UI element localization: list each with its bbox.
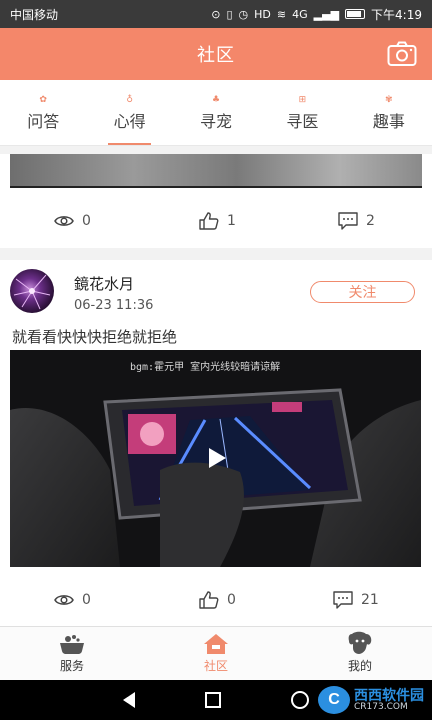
- play-icon: [209, 448, 226, 468]
- qa-icon: ✿: [39, 94, 47, 105]
- app-header: 社区: [0, 28, 432, 80]
- category-tabs: ✿ 问答 ♁ 心得 ♣ 寻宠 ⊞ 寻医 ✾ 趣事: [0, 80, 432, 146]
- signal-icon: ▂▄▆: [313, 7, 340, 21]
- likes-count: 0: [227, 592, 236, 608]
- comment-button[interactable]: 2: [338, 212, 375, 230]
- prev-post-image[interactable]: [10, 154, 422, 188]
- tab-find-pet[interactable]: ♣ 寻宠: [173, 80, 259, 145]
- views-stat: 0: [54, 592, 91, 608]
- camera-icon: [387, 41, 417, 66]
- author-name[interactable]: 鏡花水月: [74, 273, 134, 294]
- bottom-nav: 服务 社区 我的: [0, 626, 432, 680]
- medical-icon: ⊞: [298, 94, 307, 105]
- home-icon: [204, 634, 228, 654]
- dog-head-icon: [348, 631, 372, 654]
- nav-service[interactable]: 服务: [0, 627, 144, 680]
- views-count: 0: [82, 592, 91, 608]
- wifi-icon: ≋: [276, 7, 287, 21]
- post-stats: 0 0 21: [0, 578, 432, 622]
- alarm-icon: ◷: [238, 7, 249, 21]
- comment-icon: [338, 212, 358, 230]
- comments-count: 2: [366, 213, 375, 229]
- location-icon: ⊙: [211, 7, 221, 21]
- thumbs-up-icon: [199, 212, 219, 230]
- post-header: 鏡花水月 06-23 11:36 关注: [0, 260, 432, 322]
- nav-label: 服务: [59, 659, 84, 673]
- watermark-domain: CR173.COM: [354, 701, 408, 712]
- page-title: 社区: [197, 45, 235, 66]
- tab-fun[interactable]: ✾ 趣事: [346, 80, 432, 145]
- recent-apps-icon[interactable]: [205, 692, 221, 708]
- pet-icon: ♣: [211, 94, 221, 105]
- status-icons: ⊙ ▯ ◷ HD ≋ 4G ▂▄▆ 下午4:19: [211, 6, 422, 23]
- divider: [0, 248, 432, 260]
- likes-count: 1: [227, 213, 236, 229]
- home-button-icon[interactable]: [291, 691, 309, 709]
- tab-experience[interactable]: ♁ 心得: [86, 80, 172, 145]
- prev-post-stats: 0 1 2: [0, 199, 432, 243]
- watermark-text: 西西软件园 CR173.COM: [354, 689, 424, 712]
- fun-icon: ✾: [385, 94, 393, 105]
- pet-bath-icon: [60, 635, 84, 654]
- vibrate-icon: ▯: [226, 7, 233, 21]
- tab-label: 问答: [27, 111, 60, 131]
- nav-community[interactable]: 社区: [144, 627, 288, 680]
- comment-button[interactable]: 21: [333, 591, 379, 609]
- nav-mine[interactable]: 我的: [288, 627, 432, 680]
- bulb-icon: ♁: [126, 94, 133, 105]
- tab-find-doctor[interactable]: ⊞ 寻医: [259, 80, 345, 145]
- post-text: 就看看快快快拒绝就拒绝: [12, 328, 178, 346]
- thumbs-up-icon: [199, 591, 219, 609]
- avatar[interactable]: [10, 269, 54, 313]
- like-button[interactable]: 0: [199, 591, 236, 609]
- battery-icon: [345, 9, 366, 19]
- comments-count: 21: [361, 592, 379, 608]
- divider: [0, 146, 432, 154]
- like-button[interactable]: 1: [199, 212, 236, 230]
- comment-icon: [333, 591, 353, 609]
- video-caption: bgm:霍元甲 室内光线较暗请谅解: [130, 362, 281, 373]
- camera-button[interactable]: [386, 38, 418, 70]
- nav-label: 我的: [347, 659, 372, 673]
- hd-icon: HD: [254, 7, 271, 21]
- watermark-logo: C: [318, 686, 350, 714]
- views-stat: 0: [54, 213, 91, 229]
- tab-label: 寻医: [286, 111, 319, 131]
- status-bar: 中国移动 ⊙ ▯ ◷ HD ≋ 4G ▂▄▆ 下午4:19: [0, 0, 432, 28]
- network-type: 4G: [292, 7, 308, 21]
- nav-label: 社区: [203, 659, 228, 673]
- play-button[interactable]: [205, 446, 229, 470]
- views-count: 0: [82, 213, 91, 229]
- watermark-name: 西西软件园: [354, 687, 424, 704]
- tab-label: 寻宠: [200, 111, 233, 131]
- clock: 下午4:19: [371, 7, 422, 22]
- eye-icon: [54, 216, 74, 226]
- eye-icon: [54, 595, 74, 605]
- video-player[interactable]: bgm:霍元甲 室内光线较暗请谅解: [10, 350, 421, 567]
- watermark: C 西西软件园 CR173.COM: [318, 684, 424, 716]
- post-time: 06-23 11:36: [74, 298, 154, 313]
- carrier-name: 中国移动: [10, 7, 59, 22]
- tab-label: 趣事: [372, 111, 405, 131]
- follow-button[interactable]: 关注: [310, 281, 415, 303]
- avatar-image: [13, 274, 51, 310]
- tab-label: 心得: [113, 111, 146, 131]
- back-icon[interactable]: [123, 692, 135, 708]
- tab-qa[interactable]: ✿ 问答: [0, 80, 86, 145]
